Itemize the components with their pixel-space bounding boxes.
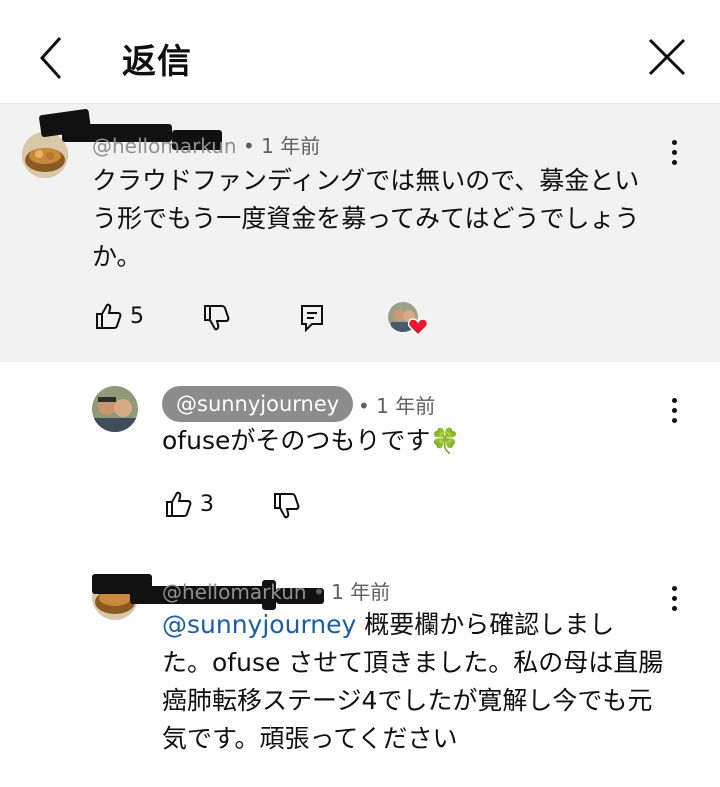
comment-time: • 1 年前 <box>312 580 391 604</box>
page-title: 返信 <box>122 42 192 82</box>
comment-time: • 1 年前 <box>242 134 321 158</box>
comment-handle[interactable]: @hellomarkun <box>162 580 307 604</box>
mention-link[interactable]: @sunnyjourney <box>162 610 356 639</box>
close-button[interactable] <box>646 36 688 78</box>
thumbs-down-icon <box>204 305 230 331</box>
comment-text: クラウドファンディングでは無いので、募金とい う形でもう一度資金を募ってみてはど… <box>92 166 640 271</box>
like-count: 5 <box>130 304 144 329</box>
comment-meta: @hellomarkun • 1 年前 <box>162 576 390 605</box>
comment-time: • 1 年前 <box>358 394 436 418</box>
like-button[interactable] <box>94 302 122 334</box>
back-button[interactable] <box>30 34 74 82</box>
heart-icon <box>408 318 428 336</box>
author-handle-chip[interactable]: @sunnyjourney <box>162 386 354 422</box>
comment-icon <box>301 305 323 333</box>
comment-meta: @hellomarkun • 1 年前 <box>92 130 320 159</box>
clover-emoji: 🍀 <box>430 427 461 455</box>
parent-comment: @hellomarkun • 1 年前 クラウドファンディングでは無いので、募金… <box>0 104 720 362</box>
thumbs-down-icon <box>274 493 300 519</box>
avatar[interactable] <box>92 386 138 432</box>
avatar-image <box>92 386 138 432</box>
comment-text: @sunnyjourney 概要欄から確認しまし た。ofuse させて頂きまし… <box>162 610 664 753</box>
thumbs-up-icon <box>96 303 122 329</box>
thumbs-up-icon <box>166 491 192 517</box>
like-button[interactable] <box>164 490 192 522</box>
comment-handle[interactable]: @hellomarkun <box>92 134 237 158</box>
dislike-button[interactable] <box>272 492 300 524</box>
like-count: 3 <box>200 492 214 517</box>
more-options-button[interactable] <box>664 396 684 426</box>
dislike-button[interactable] <box>202 304 230 336</box>
chevron-left-icon <box>39 36 62 80</box>
close-icon <box>648 38 686 76</box>
comment-text: ofuseがそのつもりです🍀 <box>162 426 461 455</box>
reply-button[interactable] <box>300 304 324 336</box>
header: 返信 <box>0 0 720 104</box>
